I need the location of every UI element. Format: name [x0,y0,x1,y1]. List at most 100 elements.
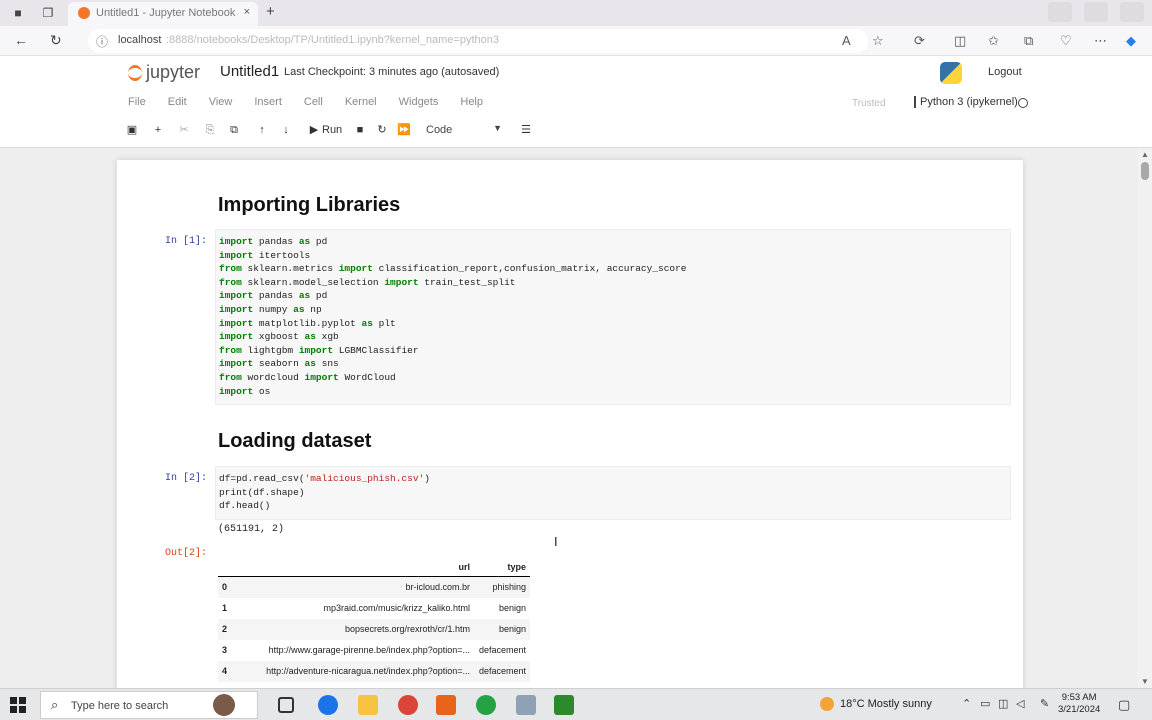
table-row: 0 br-icloud.com.br phishing [218,576,530,598]
extensions-icon[interactable]: ⟳ [914,33,925,49]
favorite-star-icon[interactable]: ☆ [872,33,884,49]
tab-jupyter[interactable]: Untitled1 - Jupyter Notebook × [68,2,258,26]
maximize-button[interactable] [1084,2,1108,22]
cell2-prompt: In [2]: [165,473,208,484]
cell-type: phishing [474,576,530,598]
scroll-thumb[interactable] [1141,162,1149,180]
cell-url: http://www.garage-pirenne.be/index.php?o… [268,645,470,655]
new-tab-icon[interactable]: + [266,3,275,20]
run-button[interactable]: Run [322,124,342,136]
code-cell-load[interactable]: df=pd.read_csv('malicious_phish.csv') pri… [215,466,1011,520]
browser-tab-strip: ■ ❐ Untitled1 - Jupyter Notebook × + [0,0,1152,26]
insert-cell-icon[interactable]: + [150,122,166,138]
windows-start-icon[interactable] [10,697,26,713]
heading-importing-libraries: Importing Libraries [218,194,401,216]
weather-widget[interactable]: 18°C Mostly sunny [820,697,932,711]
code2-line: df=pd.read_csv('malicious_phish.csv') [219,473,430,484]
cell-type: defacement [474,660,530,682]
taskbar-search[interactable]: ⌕ Type here to search [40,691,258,719]
edge-icon[interactable] [318,695,338,715]
task-view-icon[interactable] [278,697,294,713]
row-index: 2 [218,618,234,640]
row-index: 4 [218,660,234,682]
favorites-icon[interactable]: ✩ [988,33,999,49]
cell-url: bopsecrets.org/rexroth/cr/1.htm [234,618,474,640]
code1-line: import matplotlib.pyplot as plt [219,317,396,329]
window-controls [1048,2,1144,22]
menu-insert[interactable]: Insert [254,96,282,116]
run-icon[interactable]: ▶ [306,122,322,138]
refresh-icon[interactable]: ↻ [50,32,62,49]
minimize-button[interactable] [1048,2,1072,22]
copy-icon[interactable]: ⎘ [202,122,218,138]
app-icon[interactable] [436,695,456,715]
python-logo-icon [940,62,962,84]
tab-actions-icon[interactable]: ❐ [40,5,56,21]
move-up-icon[interactable]: ↑ [254,122,270,138]
split-screen-icon[interactable]: ◫ [954,33,966,49]
menu-cell[interactable]: Cell [304,96,323,116]
menu-file[interactable]: File [128,96,146,116]
tab-close-icon[interactable]: × [244,6,250,18]
browser-essentials-icon[interactable]: ♡ [1060,33,1072,49]
notebook-area: Importing Libraries In [1]: import panda… [0,148,1152,688]
more-menu-icon[interactable]: ⋯ [1094,33,1107,49]
whatsapp-icon[interactable] [476,695,496,715]
checkpoint-status: Last Checkpoint: 3 minutes ago (autosave… [284,66,500,78]
menu-widgets[interactable]: Widgets [399,96,439,116]
mail-icon[interactable] [516,695,536,715]
back-icon[interactable]: ← [14,32,28,48]
cell-type-select[interactable]: Code ▼ [422,122,504,139]
menu-view[interactable]: View [209,96,233,116]
menu-kernel[interactable]: Kernel [345,96,377,116]
jupyter-logo[interactable]: jupyter [128,62,200,83]
restart-run-all-icon[interactable]: ⏩ [396,122,412,138]
copilot-icon[interactable]: ◆ [1126,33,1136,49]
terminal-icon[interactable] [554,695,574,715]
network-icon[interactable]: ◫ [998,697,1008,710]
volume-icon[interactable]: ◁ [1016,697,1024,710]
notebook-name[interactable]: Untitled1 [220,63,279,80]
pen-icon[interactable]: ✎ [1040,697,1049,710]
file-explorer-icon[interactable] [358,695,378,715]
read-aloud-icon[interactable]: A [842,33,851,48]
paste-icon[interactable]: ⧉ [226,122,242,138]
notifications-icon[interactable]: ▢ [1118,697,1130,713]
profile-icon[interactable]: ■ [10,5,26,21]
url-input[interactable]: ⓘ localhost :8888/notebooks/Desktop/TP/U… [88,29,868,53]
system-clock[interactable]: 9:53 AM 3/21/2024 [1058,692,1100,716]
search-placeholder: Type here to search [71,700,169,712]
code-cell-imports[interactable]: import pandas as pd import itertools from … [215,229,1011,405]
text-cursor-icon: I [554,534,558,549]
table-row: 2 bopsecrets.org/rexroth/cr/1.htm benign [218,618,530,640]
site-info-icon[interactable]: ⓘ [96,33,108,50]
command-palette-icon[interactable]: ☰ [518,122,534,138]
heading-loading-dataset: Loading dataset [218,430,372,452]
page-scrollbar[interactable]: ▲ ▼ [1138,148,1152,688]
cut-icon[interactable]: ✂ [176,122,192,138]
code1-line: import pandas as pd [219,290,328,302]
restart-icon[interactable]: ↻ [374,122,390,138]
collections-icon[interactable]: ⧉ [1024,33,1033,49]
menu-help[interactable]: Help [460,96,483,116]
battery-icon[interactable]: ▭ [980,697,990,710]
weather-text: 18°C Mostly sunny [840,697,932,710]
jupyter-logo-icon [128,64,142,81]
scroll-down-icon[interactable]: ▼ [1141,677,1149,686]
table-header-row: url type [218,558,530,577]
logout-button[interactable]: Logout [988,66,1022,78]
interrupt-icon[interactable]: ■ [352,122,368,138]
move-down-icon[interactable]: ↓ [278,122,294,138]
code1-line: from sklearn.metrics import classificati… [219,263,687,275]
menu-edit[interactable]: Edit [168,96,187,116]
scroll-up-icon[interactable]: ▲ [1141,150,1149,159]
code1-line: import seaborn as sns [219,358,339,370]
save-icon[interactable]: ▣ [124,122,140,138]
close-window-button[interactable] [1120,2,1144,22]
trusted-badge[interactable]: Trusted [852,98,886,109]
tray-chevron-icon[interactable]: ⌃ [962,697,971,710]
kernel-status-icon [1018,98,1028,108]
chrome-icon[interactable] [398,695,418,715]
chevron-down-icon: ▼ [493,123,502,133]
notebook-page: Importing Libraries In [1]: import panda… [117,160,1023,688]
